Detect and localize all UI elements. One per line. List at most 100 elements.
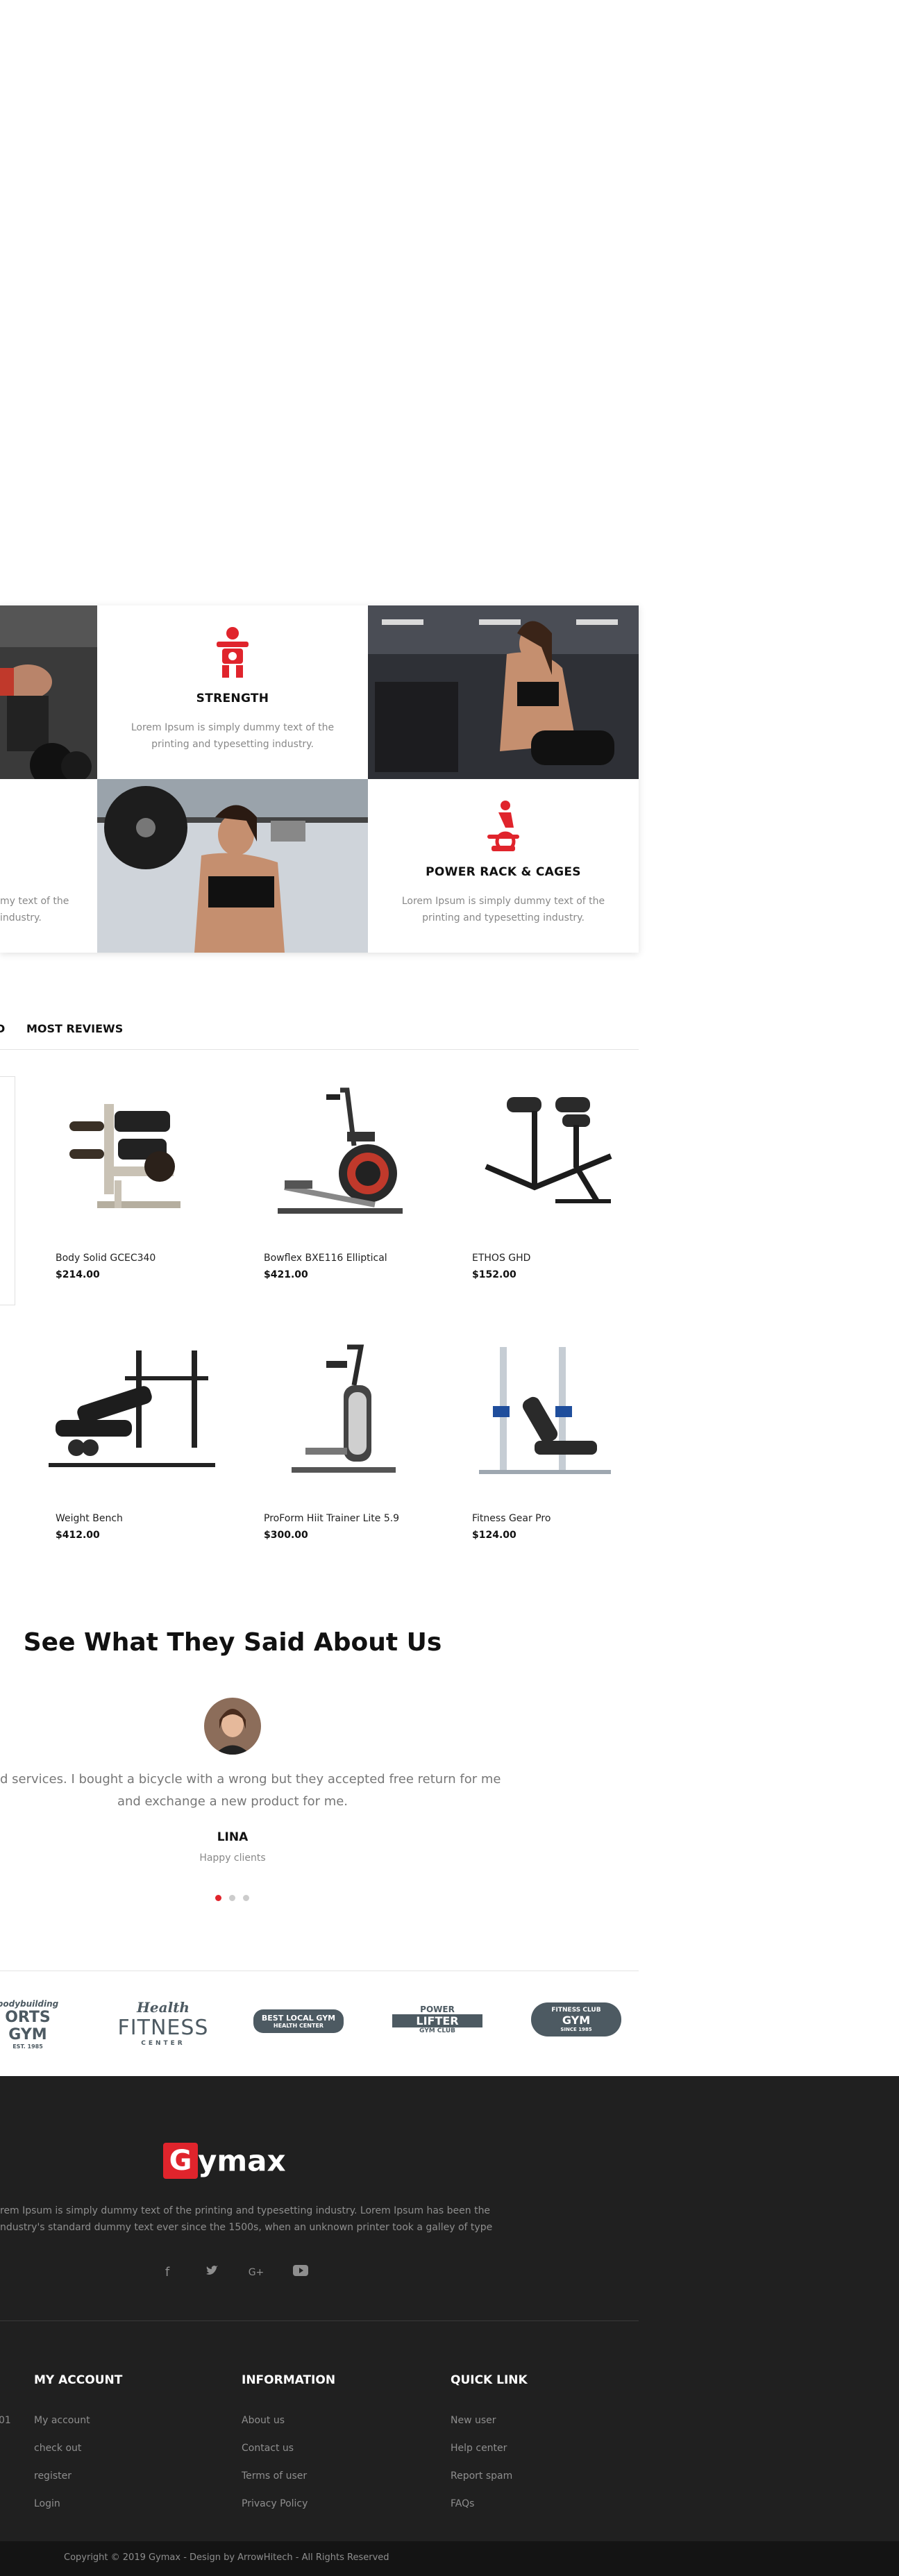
product-card[interactable]: ProForm Hiit Trainer Lite 5.9 $300.00	[264, 1344, 458, 1541]
product-card[interactable]: Fitness Gear Pro $124.00	[472, 1344, 666, 1541]
product-card[interactable]: Bowflex BXE116 Elliptical $421.00	[264, 1083, 458, 1280]
brand-line: Health	[137, 1999, 190, 2016]
footer-about-2: ndustry's standard dummy text ever since…	[0, 2222, 493, 2233]
footer-link-my-account[interactable]: My account	[34, 2415, 90, 2426]
product-card[interactable]: Body Solid GCEC340 $214.00	[56, 1083, 250, 1280]
brand-logo-sports-gym[interactable]: bodybuilding ORTS GYM EST. 1985	[0, 1999, 69, 2050]
footer-link-new-user[interactable]: New user	[451, 2415, 496, 2426]
product-name[interactable]: Fitness Gear Pro	[472, 1513, 551, 1524]
footer-link-login[interactable]: Login	[34, 2498, 60, 2509]
footer-logo[interactable]: Gymax	[163, 2143, 286, 2182]
feature-partial-desc-1: my text of the	[0, 896, 69, 907]
product-image-leg-extension[interactable]	[56, 1083, 215, 1222]
footer-link-contact-us[interactable]: Contact us	[242, 2443, 294, 2454]
facebook-icon[interactable]: f	[158, 2264, 176, 2282]
product-name[interactable]: ETHOS GHD	[472, 1253, 530, 1264]
brand-line: FITNESS	[117, 2016, 209, 2040]
carousel-dot[interactable]	[243, 1895, 249, 1901]
product-price: $300.00	[264, 1530, 308, 1541]
cycling-icon	[485, 800, 522, 852]
product-image-squat-rack[interactable]	[472, 1344, 632, 1482]
brand-line: bodybuilding	[0, 1999, 59, 2009]
feature-strength-desc-2: printing and typesetting industry.	[151, 739, 314, 750]
brand-logo-best-local-gym[interactable]: BEST LOCAL GYM HEALTH CENTER	[253, 2009, 344, 2033]
google-plus-icon[interactable]: G+	[247, 2264, 265, 2282]
product-name[interactable]: Bowflex BXE116 Elliptical	[264, 1253, 387, 1264]
copyright-text: Copyright © 2019 Gymax - Design by Arrow…	[64, 2552, 389, 2563]
footer-divider	[0, 2320, 639, 2321]
footer-link-report-spam[interactable]: Report spam	[451, 2470, 512, 2482]
footer-logo-mark: G	[163, 2143, 198, 2179]
copyright-bar: Copyright © 2019 Gymax - Design by Arrow…	[0, 2541, 899, 2576]
brand-logo-health-fitness[interactable]: Health FITNESS CENTER	[115, 1999, 212, 2047]
testimonial-quote-1: d services. I bought a bicycle with a wr…	[0, 1772, 501, 1787]
product-name[interactable]: Body Solid GCEC340	[56, 1253, 156, 1264]
product-card[interactable]: Weight Bench $412.00	[35, 1344, 229, 1541]
carousel-dot-active[interactable]	[215, 1895, 221, 1901]
brand-line: POWER	[420, 2005, 455, 2014]
strength-icon	[215, 626, 250, 678]
footer-link-about-us[interactable]: About us	[242, 2415, 285, 2426]
product-price: $124.00	[472, 1530, 516, 1541]
footer: Gymax rem Ipsum is simply dummy text of …	[0, 2076, 899, 2576]
twitter-icon[interactable]	[203, 2264, 221, 2282]
brand-line: ORTS GYM	[5, 2009, 51, 2043]
footer-link-terms[interactable]: Terms of user	[242, 2470, 307, 2482]
feature-strength-desc-1: Lorem Ipsum is simply dummy text of the	[131, 722, 335, 733]
tab-most-reviews[interactable]: MOST REVIEWS	[26, 1022, 123, 1035]
brand-line: SINCE 1985	[560, 2027, 592, 2032]
brand-line: LIFTER	[392, 2014, 482, 2027]
product-tabs: D MOST REVIEWS	[0, 1014, 639, 1050]
tab-partial[interactable]: D	[0, 1022, 5, 1035]
product-name[interactable]: Weight Bench	[56, 1513, 123, 1524]
footer-link-register[interactable]: register	[34, 2470, 72, 2482]
product-image-hiit-trainer[interactable]	[264, 1344, 423, 1482]
brand-logo-power-lifter[interactable]: POWER LIFTER GYM CLUB	[392, 2005, 482, 2034]
testimonial-heading: See What They Said About Us	[23, 1628, 442, 1657]
footer-link-check-out[interactable]: check out	[34, 2443, 81, 2454]
product-card-partial	[0, 1076, 15, 1305]
footer-about-1: rem Ipsum is simply dummy text of the pr…	[0, 2205, 491, 2216]
footer-logo-text: ymax	[198, 2143, 286, 2178]
product-name[interactable]: ProForm Hiit Trainer Lite 5.9	[264, 1513, 399, 1524]
footer-col-title-information: INFORMATION	[242, 2373, 336, 2387]
product-image-weight-bench[interactable]	[35, 1344, 229, 1482]
feature-strength[interactable]: STRENGTH Lorem Ipsum is simply dummy tex…	[97, 605, 368, 779]
brand-line: CENTER	[141, 2040, 185, 2047]
brand-line: GYM CLUB	[419, 2027, 455, 2034]
brand-logo-fitness-club[interactable]: FITNESS CLUB GYM SINCE 1985	[531, 2002, 621, 2036]
product-price: $152.00	[472, 1269, 516, 1280]
product-image-elliptical[interactable]	[264, 1083, 423, 1222]
feature-grid: STRENGTH Lorem Ipsum is simply dummy tex…	[0, 605, 639, 953]
feature-strength-title: STRENGTH	[196, 692, 269, 705]
brand-logos: bodybuilding ORTS GYM EST. 1985 Health F…	[0, 1971, 639, 2075]
product-price: $214.00	[56, 1269, 100, 1280]
youtube-icon[interactable]	[292, 2264, 310, 2282]
feature-power-rack-desc-2: printing and typesetting industry.	[422, 912, 585, 923]
feature-partial-desc-2: industry.	[0, 912, 42, 923]
testimonial-role: Happy clients	[199, 1852, 266, 1864]
brand-line: BEST LOCAL GYM	[261, 2014, 336, 2023]
feature-power-rack[interactable]: POWER RACK & CAGES Lorem Ipsum is simply…	[368, 779, 639, 953]
carousel-dot[interactable]	[229, 1895, 235, 1901]
product-card[interactable]: ETHOS GHD $152.00	[472, 1083, 666, 1280]
feature-photo-athlete-bench	[0, 605, 97, 779]
testimonial-name: LINA	[217, 1830, 249, 1844]
footer-link-privacy[interactable]: Privacy Policy	[242, 2498, 308, 2509]
footer-col-title-my-account: MY ACCOUNT	[34, 2373, 123, 2387]
footer-link-help-center[interactable]: Help center	[451, 2443, 507, 2454]
footer-partial-text: 01	[0, 2415, 11, 2426]
brand-line: EST. 1985	[12, 2043, 43, 2050]
footer-link-faqs[interactable]: FAQs	[451, 2498, 474, 2509]
product-price: $421.00	[264, 1269, 308, 1280]
feature-photo-barbell-squat	[97, 779, 368, 953]
testimonial-avatar	[204, 1698, 261, 1755]
testimonial-quote-2: and exchange a new product for me.	[117, 1794, 348, 1809]
feature-partial: my text of the industry.	[0, 779, 97, 953]
product-image-ghd[interactable]	[472, 1083, 632, 1222]
brand-line: HEALTH CENTER	[273, 2023, 324, 2029]
footer-col-title-quick-link: QUICK LINK	[451, 2373, 528, 2387]
brand-line: FITNESS CLUB	[551, 2007, 601, 2014]
brand-line: GYM	[562, 2014, 591, 2027]
feature-power-rack-desc-1: Lorem Ipsum is simply dummy text of the	[401, 896, 605, 907]
